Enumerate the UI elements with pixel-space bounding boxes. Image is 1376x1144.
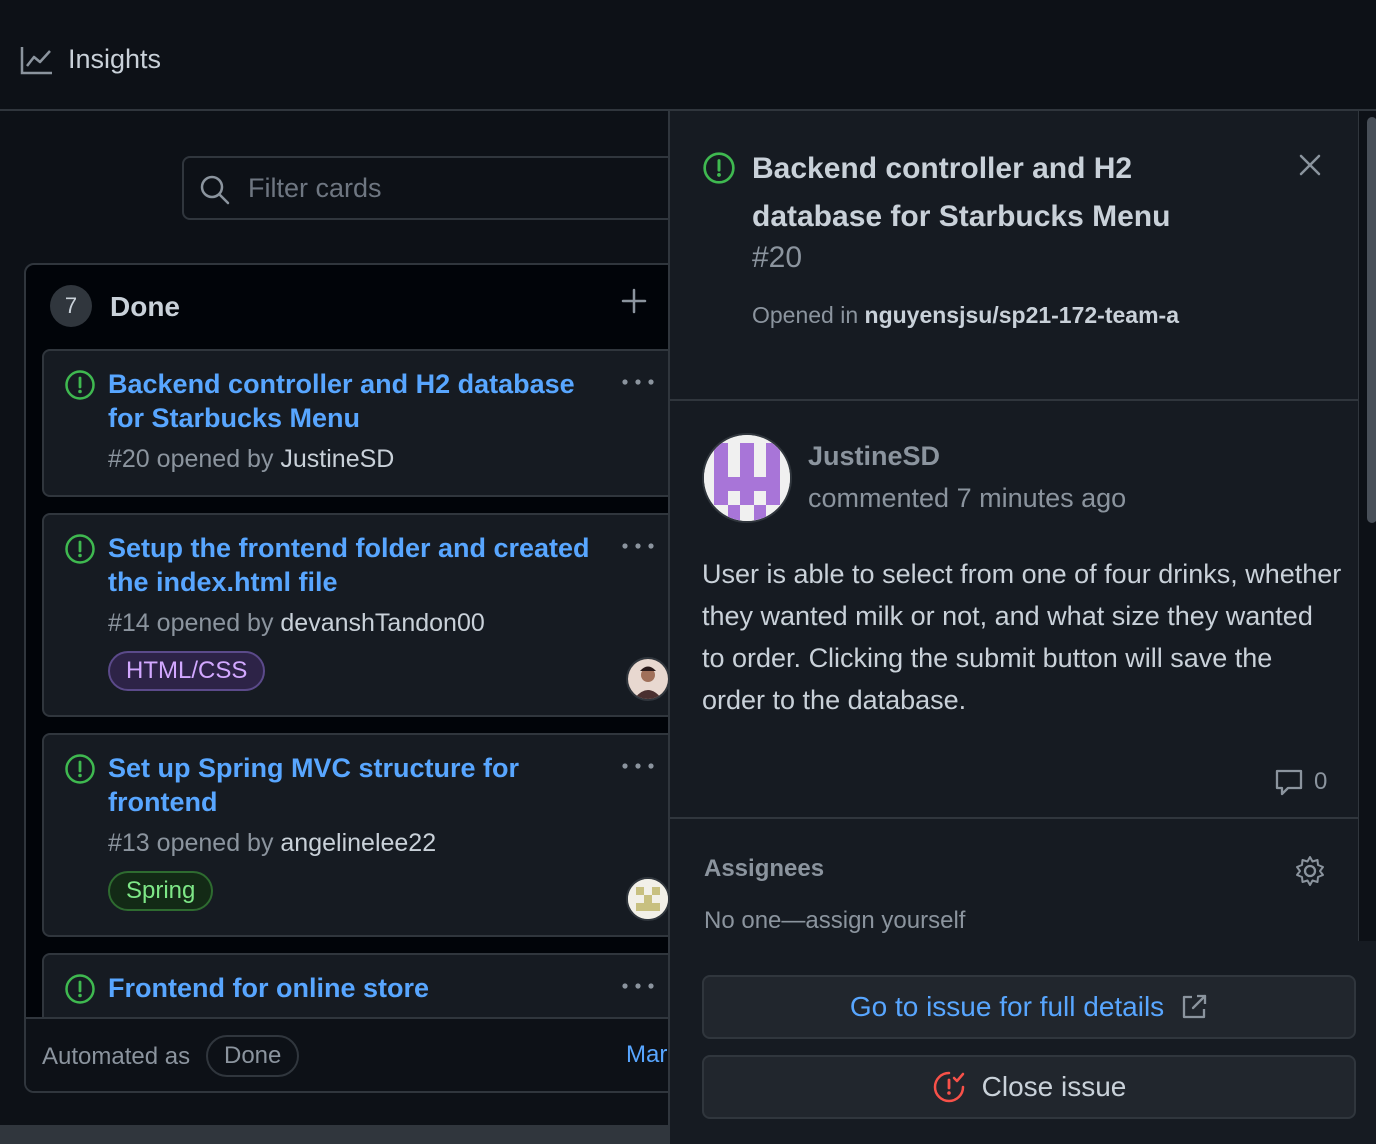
assignees-value[interactable]: No one—assign yourself — [704, 907, 965, 935]
user-photo-icon — [628, 659, 668, 699]
filter-cards-box[interactable] — [182, 156, 670, 220]
column-title: Done — [110, 291, 180, 322]
go-to-issue-button[interactable]: Go to issue for full details — [702, 975, 1356, 1039]
external-link-icon — [1183, 994, 1207, 1019]
automation-badge: Done — [206, 1035, 300, 1077]
project-board: 7 Done Backend controller and H2 databas… — [0, 111, 670, 1125]
card-author[interactable]: JustineSD — [280, 445, 394, 473]
card-opened-by: opened by — [156, 609, 274, 637]
insights-tab[interactable]: Insights — [20, 44, 161, 75]
issue-opened-icon — [65, 974, 95, 1004]
card-menu-icon[interactable] — [620, 367, 656, 397]
card-menu-icon[interactable] — [620, 751, 656, 781]
card-number: #14 — [108, 609, 150, 637]
issue-body: User is able to select from one of four … — [702, 559, 1342, 715]
card-title[interactable]: Backend controller and H2 database for S… — [108, 367, 608, 435]
automation-text: Automated as — [42, 1043, 191, 1070]
add-card-icon[interactable] — [620, 287, 648, 315]
card-title[interactable]: Setup the frontend folder and created th… — [108, 531, 608, 599]
column-footer: Automated as Done Mar — [26, 1017, 670, 1091]
top-bar: Insights — [0, 0, 1376, 111]
column-count-badge: 7 — [50, 285, 92, 327]
panel-issue-title: Backend controller and H2 database for S… — [752, 152, 1171, 233]
close-icon[interactable] — [1296, 151, 1324, 179]
panel-opened-in: Opened in nguyensjsu/sp21-172-team-a — [752, 297, 1222, 333]
issue-card[interactable]: Setup the frontend folder and created th… — [42, 513, 670, 717]
identicon-icon — [628, 879, 668, 919]
card-title[interactable]: Frontend for online store — [108, 971, 608, 1005]
issue-card[interactable]: Backend controller and H2 database for S… — [42, 349, 670, 497]
panel-scrollbar-thumb[interactable] — [1367, 117, 1376, 523]
panel-footer: Go to issue for full details Close issue — [670, 941, 1376, 1144]
issue-detail-panel: Backend controller and H2 database for S… — [668, 111, 1376, 1144]
horizontal-scrollbar[interactable] — [0, 1125, 670, 1144]
issue-opened-icon — [65, 534, 95, 564]
card-number: #20 — [108, 445, 150, 473]
card-title[interactable]: Set up Spring MVC structure for frontend — [108, 751, 608, 819]
repo-link[interactable]: nguyensjsu/sp21-172-team-a — [865, 302, 1179, 328]
comment-timestamp: commented 7 minutes ago — [808, 483, 1127, 513]
card-meta: #14 opened by devanshTandon00 — [108, 609, 485, 638]
manage-link[interactable]: Mar — [626, 1041, 667, 1069]
card-menu-icon[interactable] — [620, 531, 656, 561]
issue-opened-icon — [65, 370, 95, 400]
issue-opened-icon — [65, 754, 95, 784]
issue-closed-icon — [933, 1071, 964, 1103]
insights-label: Insights — [68, 44, 162, 74]
go-to-issue-label: Go to issue for full details — [849, 991, 1165, 1022]
card-author[interactable]: devanshTandon00 — [280, 609, 484, 637]
done-column: 7 Done Backend controller and H2 databas… — [24, 263, 670, 1093]
panel-issue-number: #20 — [752, 241, 803, 274]
assignee-avatar[interactable] — [626, 877, 670, 921]
comment-icon — [1275, 769, 1303, 796]
search-icon — [200, 175, 230, 205]
comment-author[interactable]: JustineSD — [808, 441, 940, 472]
issue-opened-icon — [703, 152, 735, 184]
issue-card[interactable]: Set up Spring MVC structure for frontend… — [42, 733, 670, 937]
assignee-avatar[interactable] — [626, 657, 670, 701]
gear-icon[interactable] — [1294, 855, 1326, 887]
card-meta: #13 opened by angelinelee22 — [108, 829, 436, 858]
card-opened-by: opened by — [156, 829, 274, 857]
close-issue-label: Close issue — [981, 1071, 1127, 1102]
label-badge[interactable]: Spring — [108, 871, 214, 911]
filter-cards-input[interactable] — [248, 166, 670, 210]
graph-icon — [20, 46, 52, 74]
card-number: #13 — [108, 829, 150, 857]
card-menu-icon[interactable] — [620, 971, 656, 1001]
assignees-heading: Assignees — [704, 855, 825, 882]
author-avatar[interactable] — [702, 433, 792, 523]
close-issue-button[interactable]: Close issue — [702, 1055, 1356, 1119]
comment-count[interactable]: 0 — [1274, 767, 1327, 797]
divider — [670, 817, 1358, 819]
comment-count-value: 0 — [1314, 768, 1328, 795]
card-author[interactable]: angelinelee22 — [280, 829, 436, 857]
divider — [670, 399, 1358, 401]
opened-in-label: Opened in — [752, 302, 859, 328]
label-badge[interactable]: HTML/CSS — [108, 651, 266, 691]
card-opened-by: opened by — [156, 445, 274, 473]
identicon-icon — [704, 435, 790, 521]
card-meta: #20 opened by JustineSD — [108, 445, 394, 474]
